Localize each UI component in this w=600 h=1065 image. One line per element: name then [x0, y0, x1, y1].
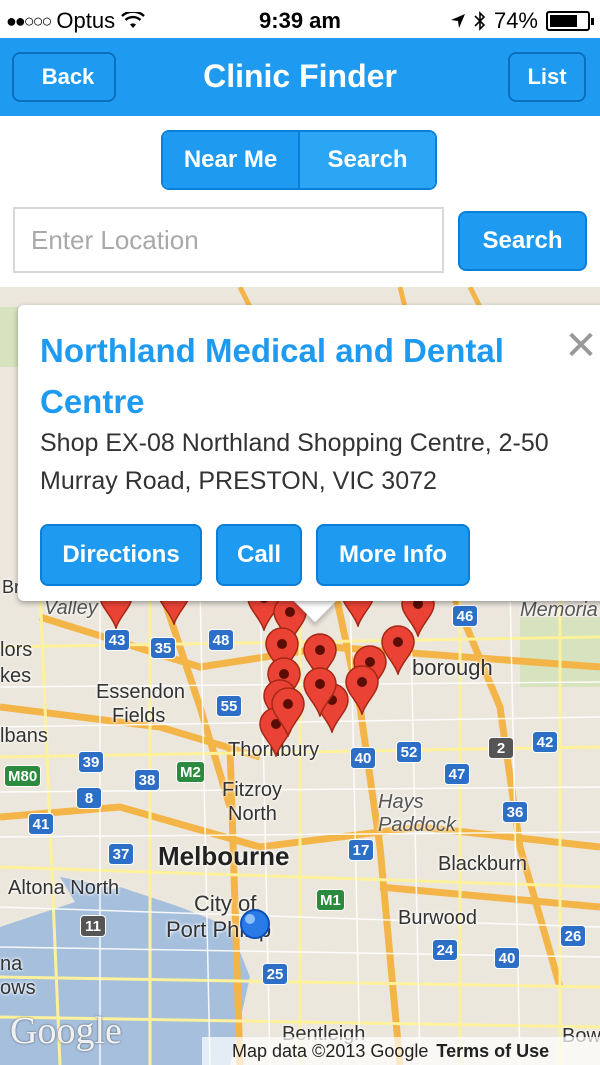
battery-icon — [546, 11, 594, 31]
segment-search[interactable]: Search — [298, 132, 435, 188]
clinic-callout: Northland Medical and Dental Centre ✕ Sh… — [18, 305, 600, 601]
map-label-lors: lors — [0, 639, 33, 661]
map-label-essendon: Essendon — [96, 681, 185, 703]
location-input[interactable] — [13, 207, 444, 273]
battery-percent: 74% — [493, 8, 538, 33]
map-label-fitzroy: Fitzroy — [222, 779, 282, 801]
search-button[interactable]: Search — [458, 211, 587, 271]
map-label-melbourne: Melbourne — [158, 841, 290, 871]
current-location-icon[interactable] — [238, 907, 272, 941]
road-shield: 40 — [350, 747, 376, 769]
map-label-kes: kes — [0, 665, 32, 687]
more-info-button[interactable]: More Info — [316, 524, 470, 586]
road-shield: 2 — [488, 737, 514, 759]
status-bar: ●●○○○ Optus 9:39 am 74% — [0, 0, 600, 40]
back-button[interactable]: Back — [12, 52, 116, 102]
map-attribution: Map data ©2013 Google Terms of Use — [202, 1037, 600, 1065]
road-shield: 47 — [444, 763, 470, 785]
location-arrow-icon — [450, 14, 465, 28]
clinic-pin-icon[interactable] — [270, 687, 306, 737]
mode-segmented-control: Near Me Search — [161, 130, 437, 190]
list-button[interactable]: List — [508, 52, 586, 102]
road-shield: 43 — [104, 629, 130, 651]
clinic-address: Shop EX-08 Northland Shopping Centre, 2-… — [40, 429, 549, 495]
road-shield: 35 — [150, 637, 176, 659]
road-shield: 46 — [452, 605, 478, 627]
call-button[interactable]: Call — [216, 524, 302, 586]
clinic-name[interactable]: Northland Medical and Dental Centre — [40, 325, 560, 427]
road-shield: 39 — [78, 751, 104, 773]
segment-near-me[interactable]: Near Me — [163, 132, 298, 188]
map-label-borough: borough — [412, 655, 493, 680]
road-shield: 40 — [494, 947, 520, 969]
map-label-fields: Fields — [112, 705, 166, 727]
road-shield: 38 — [134, 769, 160, 791]
road-shield: 42 — [532, 731, 558, 753]
road-shield: 37 — [108, 843, 134, 865]
road-shield: 52 — [396, 741, 422, 763]
road-shield: 11 — [80, 915, 106, 937]
map-label-burwood: Burwood — [398, 907, 477, 929]
status-right: 74% — [450, 8, 594, 34]
map-label-altona-north: Altona North — [8, 877, 120, 899]
road-shield: 26 — [560, 925, 586, 947]
terms-of-use-link[interactable]: Terms of Use — [436, 1041, 549, 1062]
map-label-lbans: lbans — [0, 725, 48, 747]
road-shield: 41 — [28, 813, 54, 835]
road-shield: 24 — [432, 939, 458, 961]
map-label-paddock: Paddock — [378, 814, 456, 836]
road-shield: M1 — [316, 889, 345, 911]
map-label-hays: Hays — [378, 791, 424, 813]
road-shield: 36 — [502, 801, 528, 823]
road-shield: M80 — [4, 765, 42, 787]
directions-button[interactable]: Directions — [40, 524, 202, 586]
map-data-credit: Map data ©2013 Google — [232, 1040, 429, 1061]
nav-bar: Clinic Finder Back List — [0, 38, 600, 116]
map-label-memoria: Memoria — [520, 599, 598, 621]
road-shield: 17 — [348, 839, 374, 861]
map-label-north: North — [228, 803, 277, 825]
road-shield: 8 — [76, 787, 102, 809]
road-shield: 48 — [208, 629, 234, 651]
road-shield: 25 — [262, 963, 288, 985]
bluetooth-icon — [474, 11, 486, 31]
map-label-na: na — [0, 953, 23, 975]
map-label-ows: ows — [0, 977, 36, 999]
map-label-blackburn: Blackburn — [438, 853, 527, 875]
close-icon[interactable]: ✕ — [564, 326, 598, 366]
road-shield: M2 — [176, 761, 205, 783]
clinic-pin-icon[interactable] — [302, 667, 338, 717]
road-shield: 55 — [216, 695, 242, 717]
google-logo: Google — [10, 1010, 122, 1052]
